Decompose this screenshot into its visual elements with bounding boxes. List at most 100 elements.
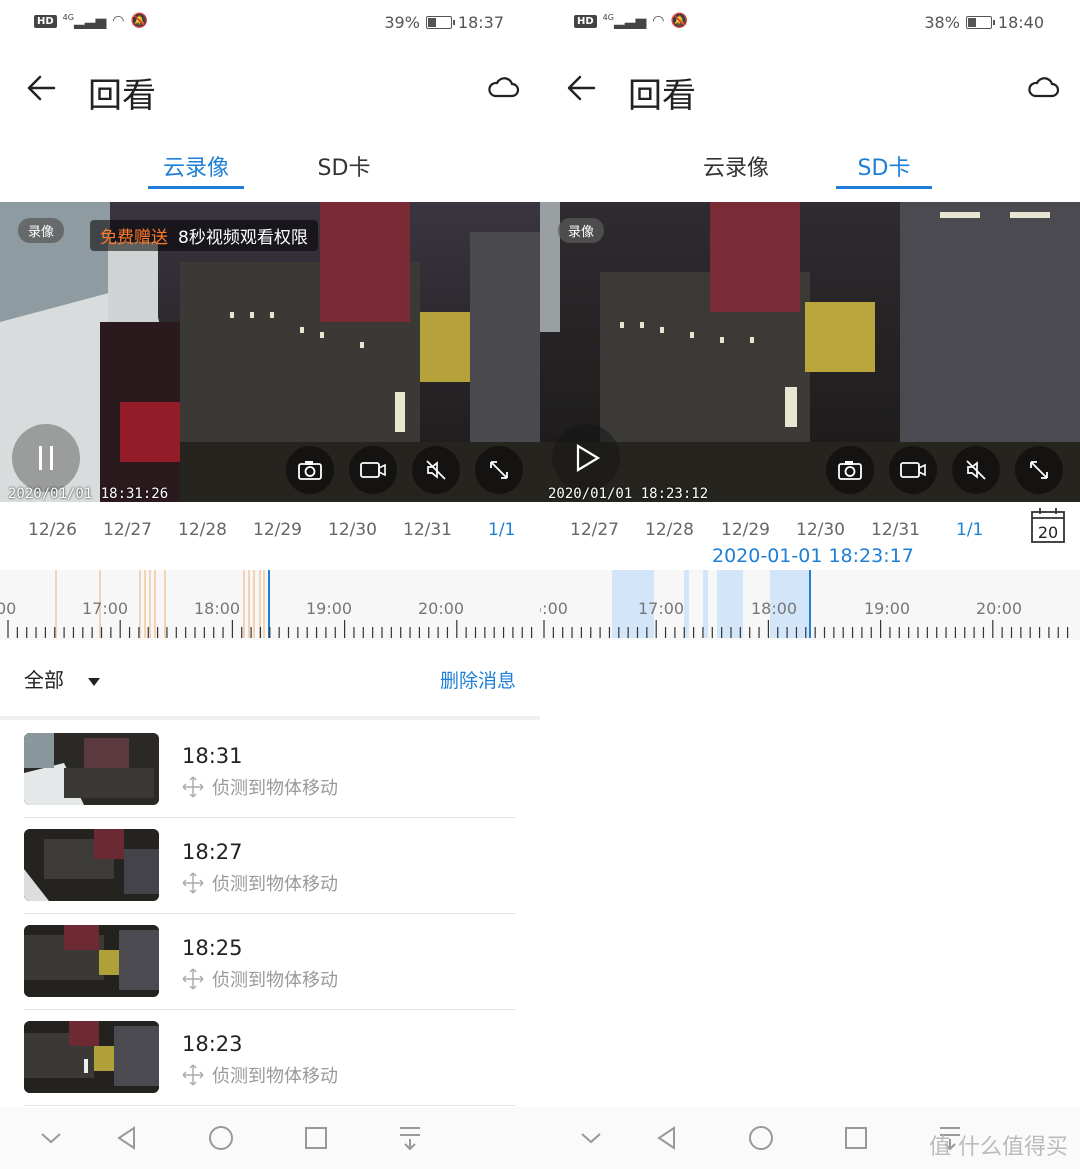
filter-label: 全部: [24, 668, 64, 692]
event-thumbnail: [24, 925, 159, 997]
mute-button[interactable]: [952, 446, 1000, 494]
camera-icon: [838, 461, 862, 480]
video-camera-icon: [900, 462, 926, 478]
cloud-icon[interactable]: [1026, 72, 1060, 102]
video-player[interactable]: 录像 免费赠送 8秒视频观看权限 2020/01/01 18:31:26: [0, 202, 540, 502]
recording-badge: 录像: [558, 218, 605, 243]
cloud-icon[interactable]: [486, 72, 520, 102]
timeline-label: 17:00: [82, 599, 128, 618]
date-item[interactable]: 12/28: [178, 520, 227, 540]
recording-badge: 录像: [18, 218, 65, 243]
mute-button[interactable]: [412, 446, 460, 494]
recents-square-icon[interactable]: [843, 1125, 869, 1151]
date-strip: 12/27 12/28 12/29 12/30 12/31 1/1: [540, 516, 1080, 546]
list-item[interactable]: 18:27 侦测到物体移动: [0, 818, 540, 914]
date-item[interactable]: 12/30: [328, 520, 377, 540]
timeline-label: 19:00: [864, 599, 910, 618]
back-arrow-icon[interactable]: [24, 70, 60, 106]
record-button[interactable]: [349, 446, 397, 494]
event-desc-row: 侦测到物体移动: [182, 870, 338, 896]
date-item-active[interactable]: 1/1: [956, 520, 983, 540]
clock: 18:40: [997, 13, 1044, 32]
video-timestamp: 2020/01/01 18:31:26: [8, 486, 169, 502]
fullscreen-button[interactable]: [475, 446, 523, 494]
event-desc-row: 侦测到物体移动: [182, 966, 338, 992]
event-desc-row: 侦测到物体移动: [182, 774, 338, 800]
event-description: 侦测到物体移动: [212, 874, 338, 895]
battery-icon: [965, 16, 995, 29]
play-button[interactable]: [552, 424, 620, 492]
date-item-active[interactable]: 1/1: [488, 520, 515, 540]
fullscreen-button[interactable]: [1015, 446, 1063, 494]
battery-percent: 39%: [384, 13, 420, 32]
event-time: 18:23: [182, 1032, 243, 1056]
event-time: 18:25: [182, 936, 243, 960]
back-triangle-icon[interactable]: [654, 1125, 680, 1151]
timeline[interactable]: 5:00 17:00 18:00 19:00 20:00: [540, 570, 1080, 640]
calendar-day: 20: [1038, 523, 1058, 542]
snapshot-button[interactable]: [826, 446, 874, 494]
status-bar: HD 4G▂▃▅ ◠ 🔕 38% 18:40: [540, 0, 1080, 44]
signal-icon: 4G▂▃▅: [602, 13, 647, 30]
timeline-label: 00: [0, 599, 16, 618]
mute-icon: 🔕: [670, 13, 688, 30]
move-icon: [182, 1064, 204, 1086]
system-nav-bar: [0, 1107, 540, 1169]
filter-dropdown[interactable]: 全部: [24, 664, 100, 693]
date-item[interactable]: 12/27: [103, 520, 152, 540]
date-item[interactable]: 12/31: [403, 520, 452, 540]
expand-icon: [490, 461, 508, 479]
clock: 18:37: [457, 13, 504, 32]
tab-cloud-recording[interactable]: 云录像: [688, 150, 784, 182]
current-time-label: 2020-01-01 18:23:17: [712, 545, 914, 567]
notification-pull-icon[interactable]: [397, 1125, 423, 1151]
snapshot-button[interactable]: [286, 446, 334, 494]
timeline-label: 20:00: [418, 599, 464, 618]
battery-percent: 38%: [924, 13, 960, 32]
date-item[interactable]: 12/29: [721, 520, 770, 540]
back-triangle-icon[interactable]: [114, 1125, 140, 1151]
list-item[interactable]: 18:25 侦测到物体移动: [0, 914, 540, 1010]
date-item[interactable]: 12/30: [796, 520, 845, 540]
chevron-down-icon[interactable]: [38, 1125, 64, 1151]
date-item[interactable]: 12/26: [28, 520, 77, 540]
move-icon: [182, 776, 204, 798]
dropdown-triangle-icon: [88, 677, 100, 686]
date-item[interactable]: 12/29: [253, 520, 302, 540]
date-item[interactable]: 12/27: [570, 520, 619, 540]
tab-sd-card[interactable]: SD卡: [836, 150, 932, 189]
home-circle-icon[interactable]: [748, 1125, 774, 1151]
event-time: 18:27: [182, 840, 243, 864]
video-player[interactable]: 录像 2020/01/01 18:23:12: [540, 202, 1080, 502]
calendar-button[interactable]: 20: [1030, 506, 1066, 544]
home-circle-icon[interactable]: [208, 1125, 234, 1151]
tab-sd-card[interactable]: SD卡: [296, 150, 392, 182]
event-list: 18:31 侦测到物体移动 18:27 侦测到物体移动 18:25 侦测到物体移…: [0, 722, 540, 1106]
promo-banner[interactable]: 免费赠送 8秒视频观看权限: [90, 220, 318, 251]
date-strip: 12/26 12/27 12/28 12/29 12/30 12/31 1/1: [0, 516, 540, 546]
pause-button[interactable]: [12, 424, 80, 492]
expand-icon: [1030, 461, 1048, 479]
timeline[interactable]: 00 17:00 18:00 19:00 20:00: [0, 570, 540, 640]
date-item[interactable]: 12/31: [871, 520, 920, 540]
left-screen: HD 4G▂▃▅ ◠ 🔕 39% 18:37 回看 云录像 SD卡 录像 免费赠…: [0, 0, 540, 1169]
timeline-track: 5:00 17:00 18:00 19:00 20:00: [540, 570, 1069, 638]
record-button[interactable]: [889, 446, 937, 494]
list-item[interactable]: 18:23 侦测到物体移动: [0, 1010, 540, 1106]
event-time: 18:31: [182, 744, 243, 768]
recents-square-icon[interactable]: [303, 1125, 329, 1151]
chevron-down-icon[interactable]: [578, 1125, 604, 1151]
tab-cloud-recording[interactable]: 云录像: [148, 150, 244, 189]
watermark: 值 什么值得买: [929, 1135, 1068, 1160]
list-item[interactable]: 18:31 侦测到物体移动: [0, 722, 540, 818]
speaker-muted-icon: [966, 460, 986, 480]
delete-messages-link[interactable]: 删除消息: [440, 666, 516, 693]
back-arrow-icon[interactable]: [564, 70, 600, 106]
timeline-label: 18:00: [194, 599, 240, 618]
divider: [0, 716, 540, 720]
timeline-label: 20:00: [976, 599, 1022, 618]
calendar-icon: 20: [1031, 508, 1065, 543]
video-frame: [540, 202, 1080, 502]
date-item[interactable]: 12/28: [645, 520, 694, 540]
move-icon: [182, 968, 204, 990]
